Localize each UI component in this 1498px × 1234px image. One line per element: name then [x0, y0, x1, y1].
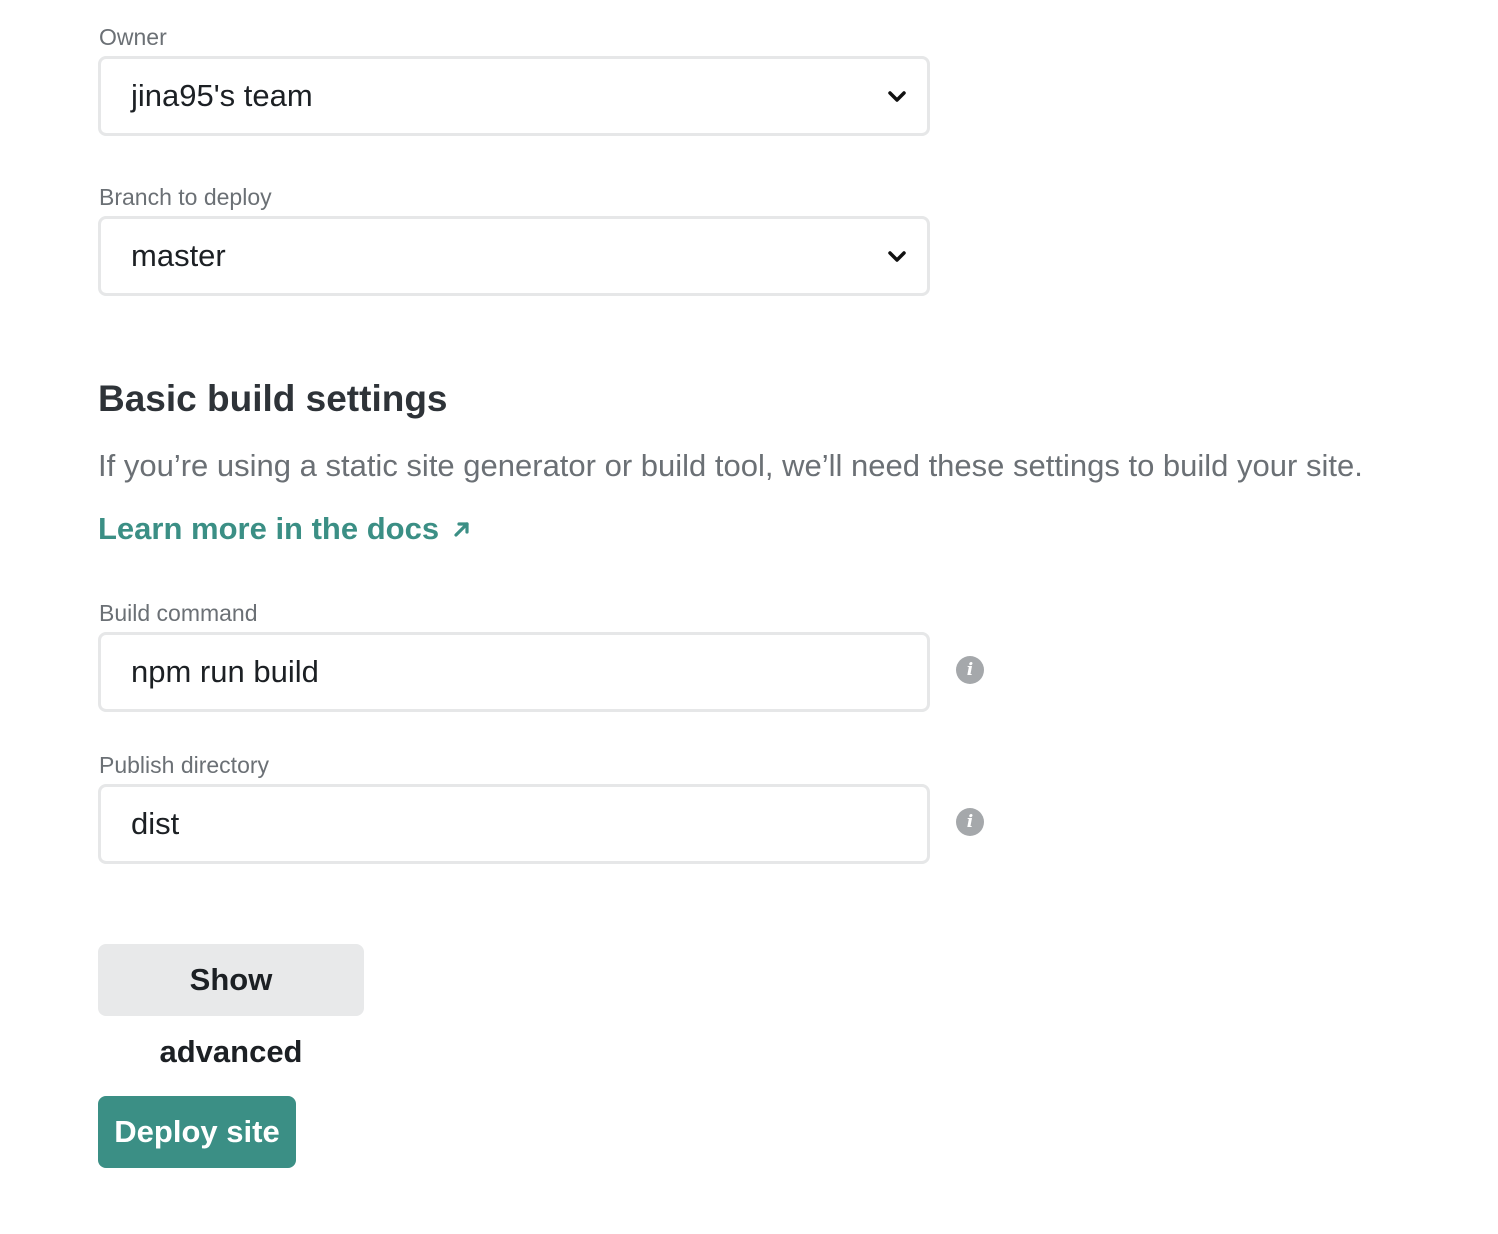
section-description: If you’re using a static site generator …	[98, 448, 1363, 483]
info-icon[interactable]: i	[956, 808, 984, 836]
docs-link-label: Learn more in the docs	[98, 511, 440, 546]
section-title: Basic build settings	[98, 378, 448, 419]
deploy-site-button[interactable]: Deploy site	[98, 1096, 296, 1168]
build-command-input[interactable]: npm run build	[98, 632, 930, 712]
publish-directory-value: dist	[131, 806, 180, 841]
branch-label: Branch to deploy	[99, 184, 272, 210]
external-link-arrow-icon	[454, 522, 469, 537]
publish-directory-label: Publish directory	[99, 752, 270, 778]
info-icon[interactable]: i	[956, 656, 984, 684]
chevron-down-icon	[888, 91, 906, 102]
publish-directory-input[interactable]: dist	[98, 784, 930, 864]
build-command-value: npm run build	[131, 654, 319, 689]
deploy-settings-page: Owner jina95's team Branch to deploy mas…	[0, 0, 1498, 1234]
owner-label: Owner	[99, 24, 167, 50]
branch-selected-value: master	[131, 238, 226, 273]
docs-link[interactable]: Learn more in the docs	[98, 508, 473, 550]
owner-selected-value: jina95's team	[131, 78, 313, 113]
branch-select[interactable]: master	[98, 216, 930, 296]
show-advanced-button[interactable]: Show advanced	[98, 944, 364, 1069]
owner-select[interactable]: jina95's team	[98, 56, 930, 136]
build-command-label: Build command	[99, 600, 258, 626]
chevron-down-icon	[888, 251, 906, 262]
